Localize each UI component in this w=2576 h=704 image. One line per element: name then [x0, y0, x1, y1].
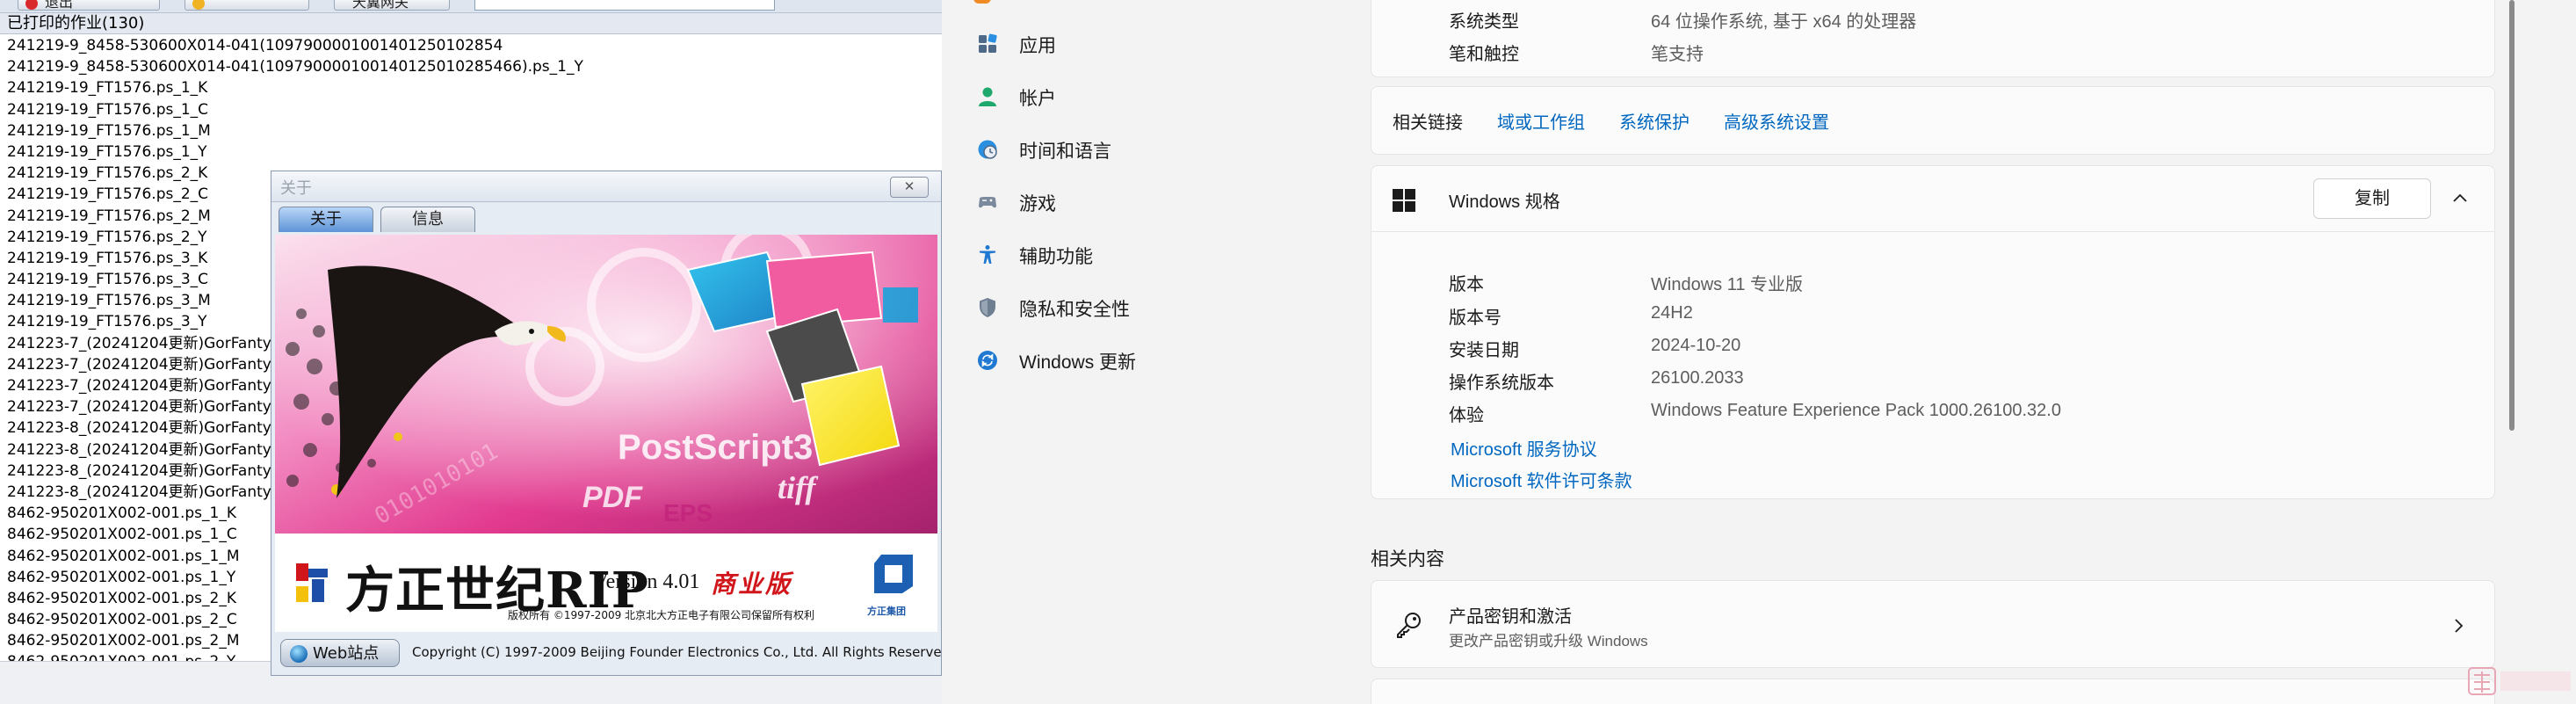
- eps-label: EPS: [663, 499, 713, 526]
- exit-button[interactable]: 退出: [18, 0, 160, 11]
- founder-group-logo-icon: [874, 555, 913, 593]
- nav-item-windows-update[interactable]: Windows 更新: [942, 336, 1364, 385]
- close-icon: ✕: [903, 178, 915, 194]
- windows-spec-card: Windows 规格 复制 版本 Windows 11 专业版 版本号 24H2…: [1371, 165, 2495, 499]
- copyright-text: Copyright (C) 1997-2009 Beijing Founder …: [412, 644, 942, 660]
- close-button[interactable]: ✕: [890, 177, 929, 198]
- about-dialog: 关于 ✕ 关于 信息 PostScript3 PDF EPS tiff 0101…: [271, 171, 942, 676]
- list-item[interactable]: 241219-19_FT1576.ps_1_M: [0, 120, 942, 142]
- list-item[interactable]: 241219-19_FT1576.ps_1_Y: [0, 142, 942, 163]
- nav-item-accessibility[interactable]: 辅助功能: [942, 230, 1364, 279]
- globe-icon: [290, 645, 308, 663]
- list-item[interactable]: 241219-9_8458-530600X014-041(10979000010…: [0, 35, 942, 56]
- product-banner: PostScript3 PDF EPS tiff 0101010101: [275, 235, 937, 533]
- windows-spec-title: Windows 规格: [1449, 192, 1560, 212]
- device-spec-card: 系统类型 64 位操作系统, 基于 x64 的处理器 笔和触控 笔支持: [1371, 0, 2495, 77]
- printed-jobs-header: 已打印的作业(130): [0, 13, 942, 34]
- key-icon: [1397, 613, 1421, 638]
- settings-nav: 应用 帐户 时间和语言 游戏 辅助功能 隐私和安全性 Windows 更新: [942, 0, 1371, 704]
- list-item[interactable]: 241219-9_8458-530600X014-041(10979000010…: [0, 56, 942, 77]
- website-button[interactable]: Web站点: [280, 639, 400, 667]
- related-links-bar: 相关链接 域或工作组 系统保护 高级系统设置: [1371, 86, 2495, 155]
- site-watermark-icon: [2468, 667, 2571, 695]
- product-version: Version 4.01: [593, 570, 700, 593]
- dialog-title: 关于: [280, 179, 312, 198]
- address-field[interactable]: [474, 0, 775, 11]
- copy-button[interactable]: 复制: [2313, 178, 2431, 219]
- nav-item-gaming[interactable]: 游戏: [942, 178, 1364, 227]
- related-links-title: 相关链接: [1393, 113, 1463, 133]
- stop-icon: [25, 0, 38, 10]
- rights-notice: 版权所有 ©1997-2009 北京北大方正电子有限公司保留所有权利: [508, 609, 815, 621]
- link-license-terms[interactable]: Microsoft 软件许可条款: [1451, 467, 1632, 492]
- product-key-title: 产品密钥和激活: [1449, 607, 1572, 627]
- link-advanced-settings[interactable]: 高级系统设置: [1724, 108, 1829, 134]
- account-icon: [979, 87, 996, 106]
- nav-item-accounts[interactable]: 帐户: [942, 72, 1364, 121]
- settings-content: 系统类型 64 位操作系统, 基于 x64 的处理器 笔和触控 笔支持 相关链接…: [1371, 0, 2513, 704]
- status-icon: [192, 0, 205, 10]
- group-name: 方正集团: [867, 606, 906, 617]
- chevron-right-icon: [2455, 619, 2464, 633]
- dialog-tabs: 关于 信息: [271, 201, 941, 233]
- dialog-footer: Web站点 Copyright (C) 1997-2009 Beijing Fo…: [271, 632, 942, 675]
- chevron-up-icon[interactable]: [2452, 192, 2468, 203]
- tab-about[interactable]: 关于: [279, 207, 373, 232]
- windows-spec-header[interactable]: Windows 规格 复制: [1371, 166, 2494, 232]
- tab-info[interactable]: 信息: [380, 207, 475, 232]
- time-language-icon: [978, 140, 997, 159]
- apps-icon: [979, 33, 997, 53]
- related-content-title: 相关内容: [1371, 549, 1444, 570]
- toolbar-button[interactable]: [185, 0, 309, 11]
- nav-item-apps[interactable]: 应用: [942, 19, 1364, 69]
- link-system-protection[interactable]: 系统保护: [1619, 108, 1690, 134]
- link-service-agreement[interactable]: Microsoft 服务协议: [1451, 435, 1597, 461]
- banner-illustration: PostScript3 PDF EPS tiff 0101010101: [275, 235, 937, 533]
- product-edition: 商业版: [711, 570, 793, 599]
- list-item[interactable]: 241219-19_FT1576.ps_1_C: [0, 99, 942, 120]
- settings-scrollbar[interactable]: [2509, 0, 2514, 431]
- nav-item-time-language[interactable]: 时间和语言: [942, 125, 1364, 174]
- shield-icon: [980, 298, 995, 317]
- dialog-title-bar: 关于 ✕: [271, 171, 941, 202]
- link-domain-workgroup[interactable]: 域或工作组: [1497, 108, 1585, 134]
- update-icon: [978, 351, 997, 370]
- tiff-label: tiff: [778, 470, 818, 505]
- founder-logo-icon: [296, 563, 328, 602]
- list-item[interactable]: 241219-19_FT1576.ps_1_K: [0, 77, 942, 98]
- product-key-subtitle: 更改产品密钥或升级 Windows: [1449, 633, 1648, 650]
- gateway-button[interactable]: 天翼网关: [334, 0, 450, 11]
- nav-item-privacy[interactable]: 隐私和安全性: [942, 283, 1364, 332]
- toolbar: 退出 天翼网关: [0, 0, 942, 13]
- product-key-row[interactable]: 产品密钥和激活 更改产品密钥或升级 Windows: [1371, 580, 2495, 668]
- next-related-row[interactable]: [1371, 679, 2495, 704]
- settings-window: 应用 帐户 时间和语言 游戏 辅助功能 隐私和安全性 Windows 更新 系统…: [942, 0, 2576, 704]
- product-brand: 方正世纪RIP Version 4.01 商业版 版权所有 ©1997-2009…: [275, 533, 937, 632]
- postscript-label: PostScript3: [618, 428, 813, 467]
- partial-nav-icon: [973, 0, 991, 4]
- gaming-icon: [979, 197, 996, 208]
- pdf-label: PDF: [582, 481, 643, 514]
- accessibility-icon: [980, 245, 995, 264]
- windows-logo-icon: [1393, 189, 1415, 212]
